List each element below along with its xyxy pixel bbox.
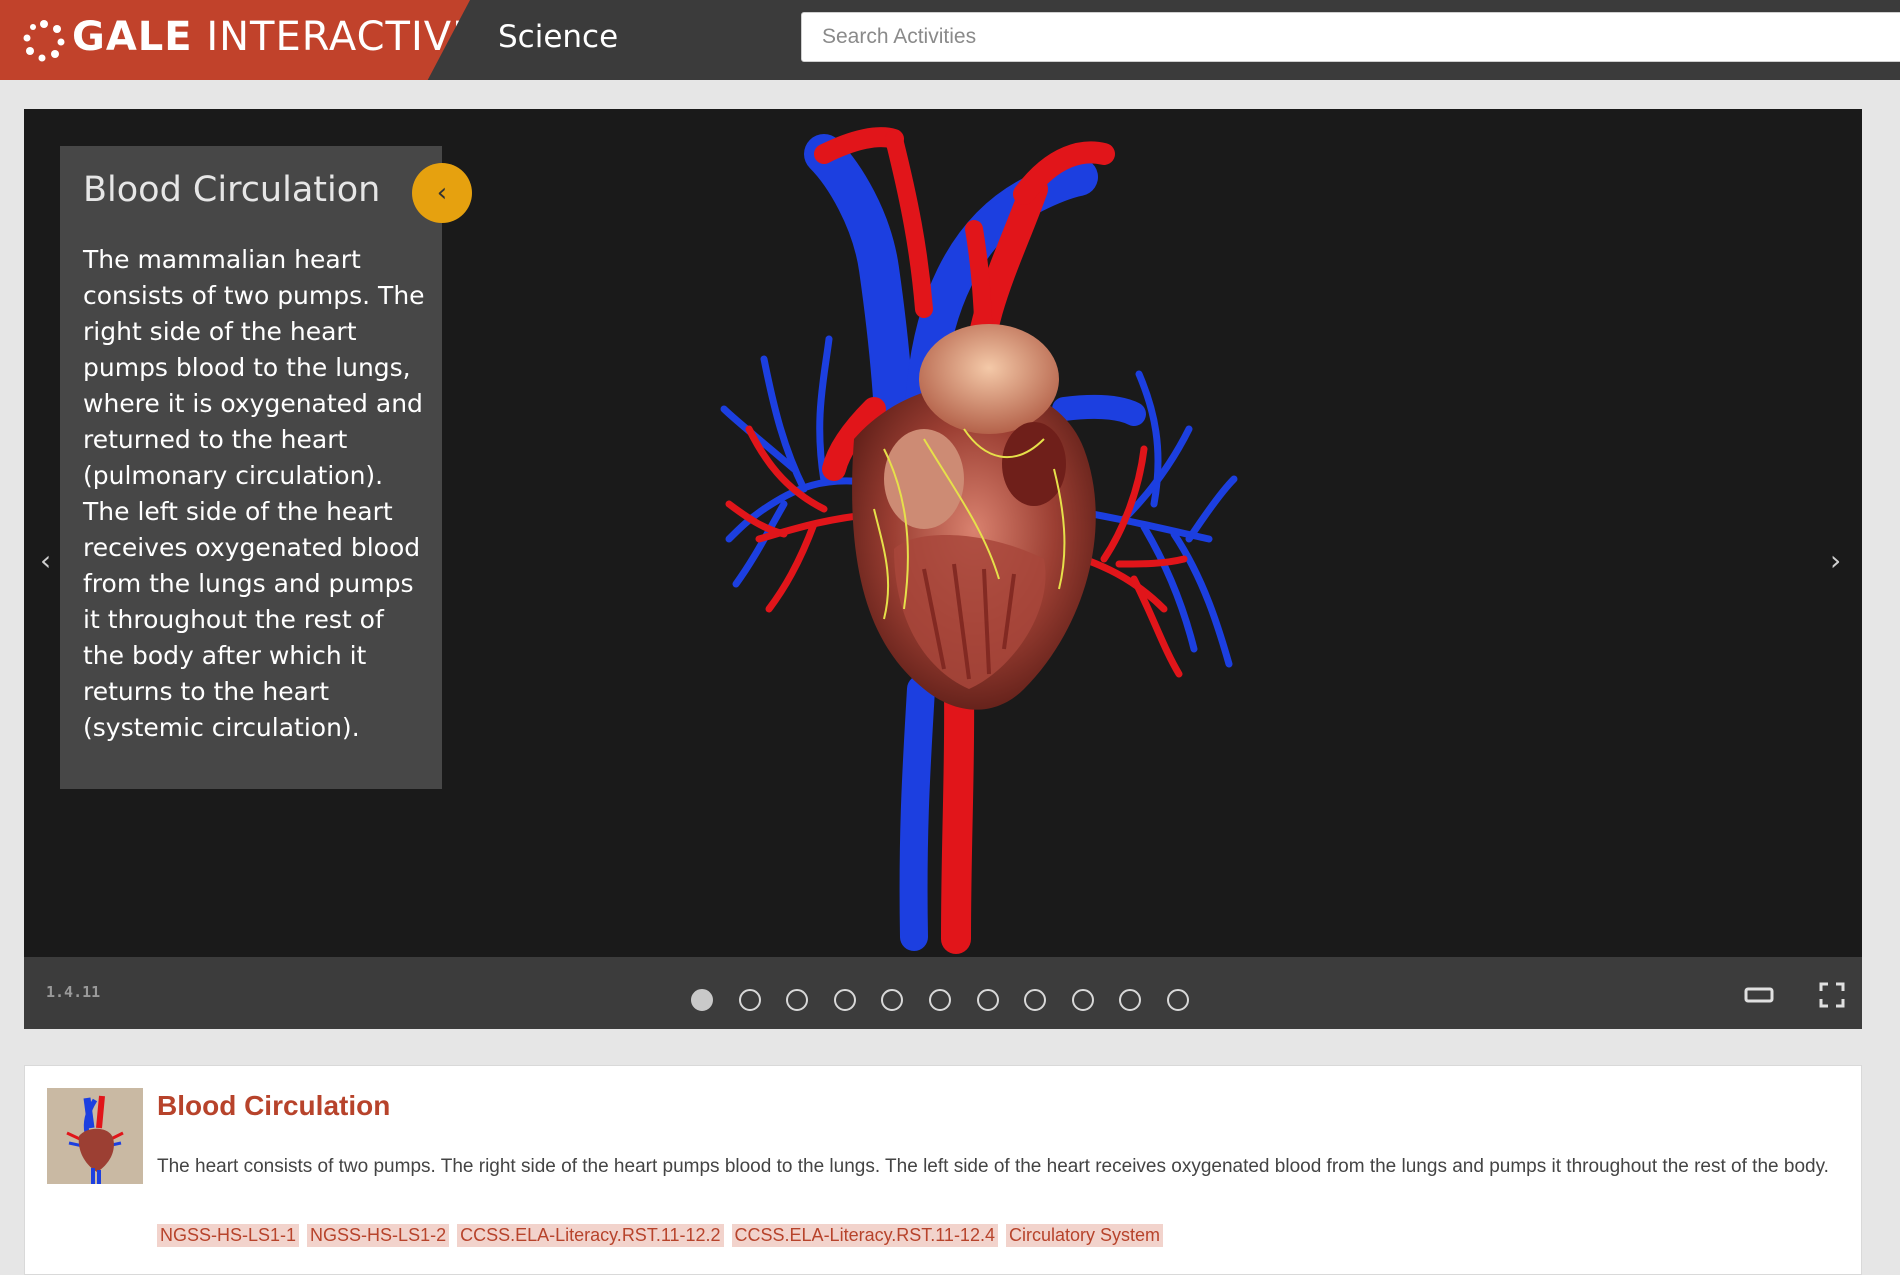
- top-bar: GALE INTERACTIVE Science: [0, 0, 1900, 80]
- info-panel-title: Blood Circulation: [83, 170, 381, 210]
- slide-dot[interactable]: [881, 989, 904, 1011]
- activity-description: The heart consists of two pumps. The rig…: [157, 1156, 1829, 1177]
- search-input[interactable]: [801, 12, 1900, 62]
- standard-tag[interactable]: CCSS.ELA-Literacy.RST.11-12.2: [457, 1224, 724, 1247]
- slide-dot[interactable]: [1167, 989, 1189, 1011]
- standard-tag[interactable]: Circulatory System: [1005, 1224, 1163, 1247]
- slide-dot[interactable]: [1024, 989, 1047, 1011]
- version-label: 1.4.11: [46, 983, 101, 1001]
- brand-logo[interactable]: GALE INTERACTIVE: [0, 0, 470, 80]
- viewer-control-bar: 1.4.11: [24, 957, 1862, 1029]
- info-panel: Blood Circulation The mammalian heart co…: [60, 146, 442, 789]
- activity-card: Blood Circulation The heart consists of …: [24, 1065, 1862, 1275]
- slide-dot[interactable]: [929, 989, 951, 1011]
- chevron-left-icon: ‹: [40, 544, 52, 577]
- standards-tags: NGSS-HS-LS1-1 NGSS-HS-LS1-2 CCSS.ELA-Liter…: [157, 1224, 1171, 1247]
- interactive-viewer[interactable]: Blood Circulation The mammalian heart co…: [24, 109, 1862, 1029]
- slide-dot[interactable]: [833, 989, 856, 1011]
- slide-dot[interactable]: [1119, 989, 1142, 1011]
- next-slide-button[interactable]: ›: [1830, 547, 1841, 575]
- fullscreen-icon[interactable]: [1819, 982, 1845, 1008]
- slide-dot[interactable]: [1071, 989, 1094, 1011]
- chevron-left-icon: ‹: [436, 178, 448, 208]
- slide-dot[interactable]: [691, 989, 713, 1011]
- slide-dot[interactable]: [976, 989, 999, 1011]
- brand-wordmark: GALE INTERACTIVE: [72, 14, 479, 60]
- slide-dot[interactable]: [786, 989, 809, 1011]
- standard-tag[interactable]: NGSS-HS-LS1-1: [157, 1224, 300, 1247]
- activity-title-link[interactable]: Blood Circulation: [157, 1090, 390, 1122]
- gale-logo-icon: [23, 20, 65, 62]
- slide-dot[interactable]: [738, 989, 761, 1011]
- theater-mode-icon[interactable]: [1744, 987, 1774, 1003]
- collapse-panel-button[interactable]: ‹: [412, 163, 472, 223]
- standard-tag[interactable]: NGSS-HS-LS1-2: [307, 1224, 450, 1247]
- brand-wordmark-light: INTERACTIVE: [206, 14, 479, 60]
- standard-tag[interactable]: CCSS.ELA-Literacy.RST.11-12.4: [731, 1224, 998, 1247]
- brand-wordmark-bold: GALE: [72, 14, 193, 60]
- previous-slide-button[interactable]: ‹: [40, 547, 51, 575]
- section-label[interactable]: Science: [498, 19, 618, 55]
- info-panel-body: The mammalian heart consists of two pump…: [83, 245, 425, 742]
- activity-thumbnail[interactable]: [47, 1088, 143, 1184]
- chevron-right-icon: ›: [1830, 544, 1842, 577]
